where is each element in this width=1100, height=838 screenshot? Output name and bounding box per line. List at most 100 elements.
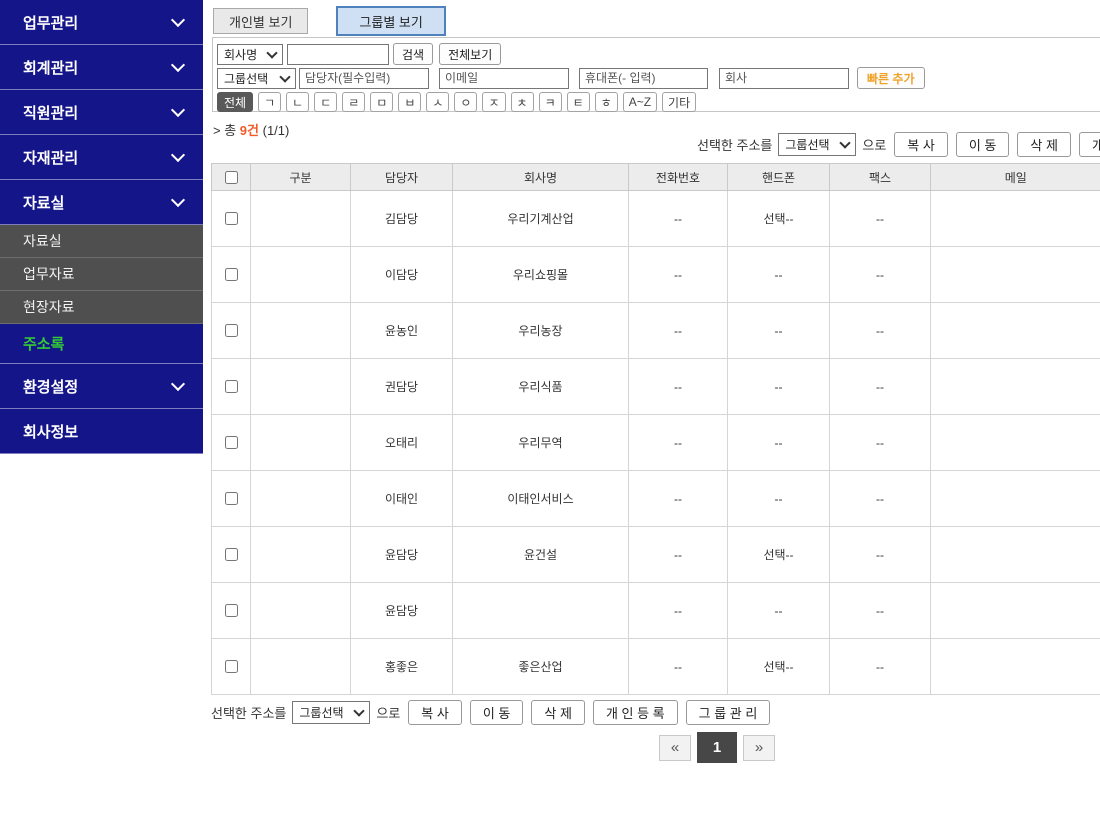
search-button[interactable]: 검색: [393, 43, 434, 65]
quick-add-button[interactable]: 빠른 추가: [857, 67, 925, 89]
cell-mail: [930, 526, 1100, 583]
index-filter-button[interactable]: ㅂ: [398, 92, 422, 112]
sidebar-item-address-book[interactable]: 주소록: [0, 324, 203, 364]
top-group-select[interactable]: 그룹선택: [778, 133, 857, 156]
search-input[interactable]: [287, 43, 389, 65]
index-filter-button[interactable]: ㄹ: [342, 92, 366, 112]
index-filter-button[interactable]: ㅋ: [538, 92, 562, 112]
index-filter-button[interactable]: ㄷ: [314, 92, 338, 112]
sidebar-item-company-info[interactable]: 회사정보: [0, 409, 203, 454]
row-checkbox[interactable]: [225, 212, 238, 225]
cell-phone: --: [628, 470, 728, 527]
index-filter-button[interactable]: ㅈ: [482, 92, 506, 112]
cell-phone: --: [628, 190, 728, 247]
header-mobile: 핸드폰: [727, 163, 830, 191]
email-field[interactable]: [439, 67, 569, 89]
sidebar-submenu-item[interactable]: 업무자료: [0, 258, 203, 291]
index-filter-button[interactable]: ㅊ: [510, 92, 534, 112]
index-filter-button[interactable]: ㄱ: [258, 92, 282, 112]
action-label-after: 으로: [862, 138, 887, 153]
table-row: 이태인 이태인서비스 -- -- --: [211, 470, 1100, 527]
tab-group-view[interactable]: 그룹별 보기: [336, 6, 446, 36]
chevron-down-icon: [170, 57, 186, 73]
manager-field[interactable]: [299, 67, 429, 89]
cell-fax: --: [829, 414, 931, 471]
group-select[interactable]: 그룹선택: [217, 67, 296, 89]
contacts-table: 구분 담당자 회사명 전화번호 핸드폰 팩스 메일 김담당 우리기계산업 -- …: [211, 163, 1100, 695]
index-filter-button[interactable]: 기타: [662, 92, 697, 112]
sidebar-submenu-item[interactable]: 자료실: [0, 225, 203, 258]
action-button[interactable]: 개 인 등 록: [1078, 132, 1100, 157]
sidebar-menu-item[interactable]: 자재관리: [0, 135, 203, 180]
row-checkbox[interactable]: [225, 436, 238, 449]
index-filter-button[interactable]: 전체: [217, 92, 254, 112]
cell-company: [452, 582, 629, 639]
index-filter-button[interactable]: ㄴ: [286, 92, 310, 112]
action-button[interactable]: 이 동: [955, 132, 1010, 157]
action-button[interactable]: 그 룹 관 리: [685, 700, 771, 725]
cell-category: [250, 470, 351, 527]
index-filter-button[interactable]: ㅌ: [566, 92, 590, 112]
action-button[interactable]: 이 동: [469, 700, 524, 725]
header-manager: 담당자: [350, 163, 453, 191]
header-phone: 전화번호: [628, 163, 728, 191]
cell-company: 우리식품: [452, 358, 629, 415]
select-all-checkbox[interactable]: [225, 170, 238, 184]
sidebar-submenu-item[interactable]: 현장자료: [0, 291, 203, 324]
row-checkbox[interactable]: [225, 660, 238, 673]
current-page-button[interactable]: 1: [697, 732, 737, 763]
prev-page-button[interactable]: «: [659, 734, 691, 761]
row-checkbox[interactable]: [225, 324, 238, 337]
search-field-select[interactable]: 회사명: [217, 43, 283, 65]
row-checkbox[interactable]: [225, 492, 238, 505]
action-button[interactable]: 복 사: [408, 700, 462, 725]
index-filter-button[interactable]: ㅎ: [594, 92, 618, 112]
index-filter-button[interactable]: ㅁ: [370, 92, 394, 112]
cell-company: 우리기계산업: [452, 190, 629, 247]
sidebar-item-settings[interactable]: 환경설정: [0, 364, 203, 409]
cell-fax: --: [829, 190, 931, 247]
tab-personal-view[interactable]: 개인별 보기: [213, 8, 309, 34]
cell-category: [250, 414, 351, 471]
chevron-down-icon: [170, 192, 186, 208]
cell-fax: --: [829, 358, 931, 415]
row-checkbox-cell: [211, 302, 251, 359]
action-button[interactable]: 개 인 등 록: [592, 700, 678, 725]
header-mail: 메일: [930, 163, 1100, 191]
action-button[interactable]: 복 사: [894, 132, 948, 157]
sidebar: 업무관리 회계관리 직원관리 자재관리 자료실 자료실 업무자료 현장자료 주소…: [0, 0, 203, 454]
sidebar-menu-label: 업무관리: [23, 14, 79, 32]
row-checkbox-cell: [211, 358, 251, 415]
sidebar-menu-item[interactable]: 업무관리: [0, 0, 203, 45]
index-filter-button[interactable]: ㅇ: [454, 92, 478, 112]
cell-category: [250, 358, 351, 415]
mobile-field[interactable]: [579, 67, 708, 89]
index-filter-button[interactable]: ㅅ: [426, 92, 450, 112]
header-fax: 팩스: [829, 163, 931, 191]
company-field[interactable]: [719, 67, 849, 89]
row-checkbox[interactable]: [225, 604, 238, 617]
action-button[interactable]: 삭 제: [531, 700, 585, 725]
view-all-button[interactable]: 전체보기: [439, 43, 502, 65]
sidebar-company-info-label: 회사정보: [23, 423, 79, 441]
action-label-after: 으로: [376, 706, 401, 721]
index-filter-button[interactable]: A~Z: [622, 92, 658, 112]
header-checkbox-cell: [211, 163, 251, 191]
sidebar-menu-item[interactable]: 직원관리: [0, 90, 203, 135]
next-page-button[interactable]: »: [743, 734, 775, 761]
cell-fax: --: [829, 246, 931, 303]
sidebar-main-menu: 업무관리 회계관리 직원관리 자재관리 자료실: [0, 0, 203, 225]
sidebar-menu-item[interactable]: 회계관리: [0, 45, 203, 90]
row-checkbox[interactable]: [225, 548, 238, 561]
row-checkbox[interactable]: [225, 268, 238, 281]
table-row: 오태리 우리무역 -- -- --: [211, 414, 1100, 471]
row-checkbox-cell: [211, 526, 251, 583]
action-button[interactable]: 삭 제: [1017, 132, 1071, 157]
bottom-group-select[interactable]: 그룹선택: [292, 701, 371, 724]
row-checkbox[interactable]: [225, 380, 238, 393]
sidebar-menu-item[interactable]: 자료실: [0, 180, 203, 225]
cell-fax: --: [829, 526, 931, 583]
result-count: > 총 9건 (1/1): [213, 120, 289, 139]
sidebar-menu-label: 자재관리: [23, 149, 79, 167]
quick-add-row: 그룹선택 빠른 추가: [217, 67, 1100, 89]
